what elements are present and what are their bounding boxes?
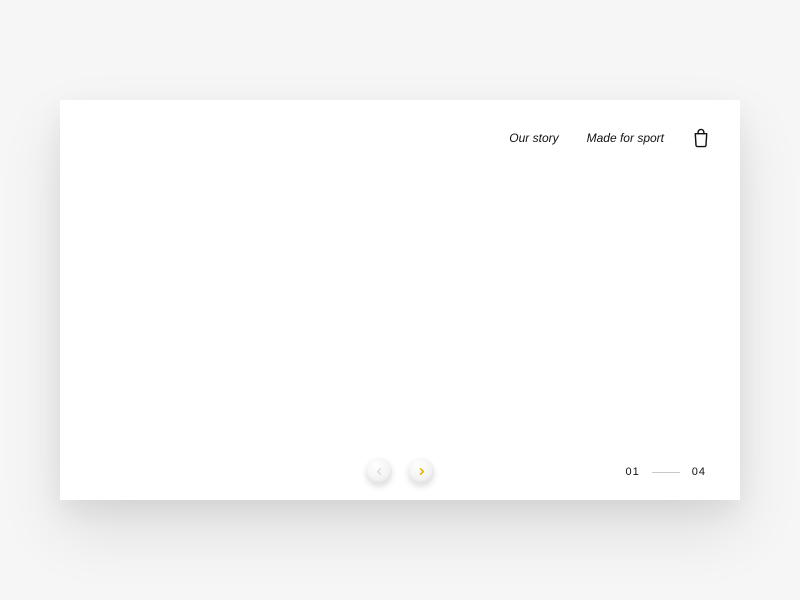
prev-button[interactable] bbox=[366, 458, 392, 484]
page-total: 04 bbox=[692, 466, 706, 478]
page-indicator: 01 04 bbox=[626, 466, 707, 478]
next-button[interactable] bbox=[408, 458, 434, 484]
page-separator-line bbox=[652, 472, 680, 473]
page-current: 01 bbox=[626, 466, 640, 478]
top-nav: Our story Made for sport bbox=[509, 128, 710, 148]
nav-link-our-story[interactable]: Our story bbox=[509, 131, 558, 145]
nav-link-made-for-sport[interactable]: Made for sport bbox=[587, 131, 664, 145]
shopping-bag-icon[interactable] bbox=[692, 128, 710, 148]
hero-card: Our story Made for sport 01 04 bbox=[60, 100, 740, 500]
